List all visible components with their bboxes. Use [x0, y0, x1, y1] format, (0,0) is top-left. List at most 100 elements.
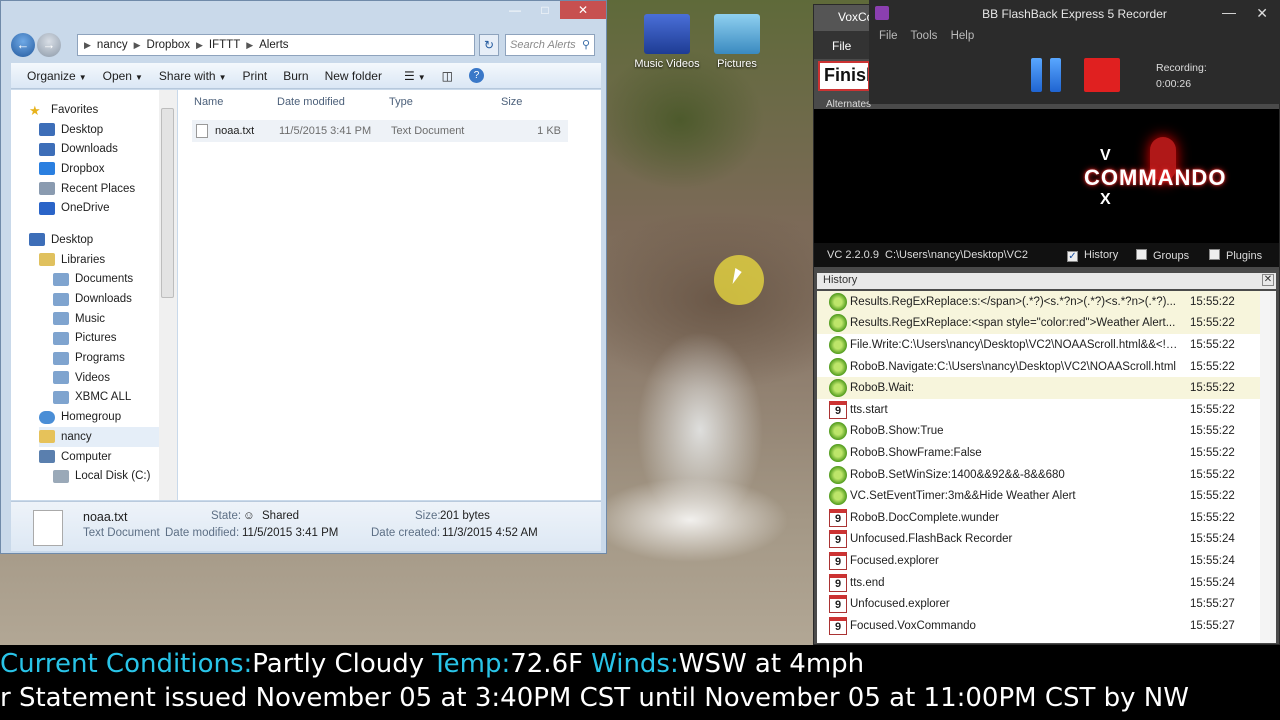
close-history-button[interactable]: ✕: [1262, 274, 1274, 286]
groups-checkbox[interactable]: Groups: [1136, 248, 1209, 262]
organize-button[interactable]: Organize ▼: [27, 69, 87, 83]
history-command: Results.RegExReplace:<span style="color:…: [850, 317, 1176, 330]
close-button[interactable]: ✕: [560, 1, 606, 19]
breadcrumb-nancy[interactable]: nancy: [97, 39, 128, 51]
refresh-button[interactable]: ↻: [479, 34, 499, 56]
checkbox-icon: [1209, 248, 1220, 260]
forward-button[interactable]: →: [37, 33, 61, 57]
nav-favorite-item[interactable]: Dropbox: [39, 159, 176, 179]
history-row[interactable]: VC.SetEventTimer:3m&&Hide Weather Alert 1…: [817, 485, 1276, 507]
nav-libraries[interactable]: Libraries: [39, 250, 176, 270]
nav-scrollbar[interactable]: [159, 90, 177, 500]
nav-homegroup[interactable]: Homegroup: [39, 407, 176, 427]
breadcrumb-dropbox[interactable]: Dropbox: [147, 39, 190, 51]
videos-icon: [53, 371, 69, 385]
close-button[interactable]: ✕: [1256, 5, 1268, 22]
file-name: noaa.txt: [215, 125, 255, 137]
stop-button[interactable]: [1084, 58, 1120, 92]
back-button[interactable]: ←: [11, 33, 35, 57]
history-row[interactable]: RoboB.ShowFrame:False 15:55:22: [817, 442, 1276, 464]
history-row[interactable]: 9 tts.end 15:55:24: [817, 572, 1276, 594]
calendar-event-icon: 9: [829, 616, 847, 635]
nav-favorite-item[interactable]: OneDrive: [39, 198, 176, 218]
flashback-menu: File Tools Help: [879, 30, 984, 42]
desktop-icon-music-videos[interactable]: Music Videos: [630, 14, 704, 70]
history-row[interactable]: 9 Focused.explorer 15:55:24: [817, 550, 1276, 572]
dropbox-icon: [39, 162, 55, 176]
breadcrumb-ifttt[interactable]: IFTTT: [209, 39, 240, 51]
nav-desktop-root[interactable]: Desktop: [29, 230, 176, 250]
checkbox-icon: [1136, 248, 1147, 260]
new-folder-button[interactable]: New folder: [325, 69, 382, 83]
nav-library-item[interactable]: Downloads: [53, 289, 176, 309]
nav-user-folder[interactable]: nancy: [39, 427, 176, 447]
history-command: Results.RegExReplace:s:</span>(.*?)<s.*?…: [850, 295, 1177, 308]
history-row[interactable]: 9 Unfocused.explorer 15:55:27: [817, 593, 1276, 615]
view-options-icon[interactable]: ☰ ▼: [404, 69, 426, 83]
address-row: ← → ▶ nancy ▶ Dropbox ▶ IFTTT ▶ Alerts ↻…: [11, 29, 601, 61]
gear-icon: [829, 292, 847, 311]
desktop-icon-pictures[interactable]: Pictures: [700, 14, 774, 70]
open-button[interactable]: Open ▼: [103, 69, 143, 83]
history-row[interactable]: RoboB.Show:True 15:55:22: [817, 421, 1276, 443]
nav-library-item[interactable]: Documents: [53, 270, 176, 290]
explorer-window: — □ ✕ ← → ▶ nancy ▶ Dropbox ▶ IFTTT ▶ Al…: [0, 0, 607, 554]
nav-library-item[interactable]: Programs: [53, 348, 176, 368]
minimize-button[interactable]: —: [1222, 4, 1236, 20]
menu-file[interactable]: File: [879, 30, 898, 42]
file-row[interactable]: noaa.txt 11/5/2015 3:41 PM Text Document…: [192, 120, 568, 142]
nav-local-disk[interactable]: Local Disk (C:): [53, 466, 176, 486]
nav-library-item[interactable]: Pictures: [53, 329, 176, 349]
column-size[interactable]: Size: [501, 96, 522, 108]
history-row[interactable]: Results.RegExReplace:<span style="color:…: [817, 312, 1276, 335]
scrollbar-thumb[interactable]: [161, 108, 174, 298]
details-date-modified: 11/5/2015 3:41 PM: [242, 527, 339, 539]
breadcrumb-alerts[interactable]: Alerts: [259, 39, 288, 51]
recording-time: 0:00:26: [1156, 78, 1192, 90]
history-title: History: [823, 274, 858, 286]
history-row[interactable]: 9 tts.start 15:55:22: [817, 399, 1276, 421]
share-with-button[interactable]: Share with ▼: [159, 69, 227, 83]
column-type[interactable]: Type: [389, 96, 501, 108]
vox-menu-file[interactable]: File: [814, 31, 870, 59]
maximize-button[interactable]: □: [530, 1, 560, 19]
history-row[interactable]: Results.RegExReplace:s:</span>(.*?)<s.*?…: [817, 291, 1276, 313]
minimize-button[interactable]: —: [500, 1, 530, 19]
history-row[interactable]: 9 Unfocused.FlashBack Recorder 15:55:24: [817, 529, 1276, 551]
history-time: 15:55:22: [1190, 317, 1235, 330]
history-command: Unfocused.FlashBack Recorder: [850, 533, 1013, 546]
preview-pane-icon[interactable]: ◫: [442, 69, 453, 83]
nav-favorite-item[interactable]: Recent Places: [39, 179, 176, 199]
menu-help[interactable]: Help: [951, 30, 975, 42]
nav-library-item[interactable]: Music: [53, 309, 176, 329]
history-row[interactable]: 9 Focused.VoxCommando 15:55:27: [817, 615, 1276, 637]
vox-input-field[interactable]: Finish: [818, 61, 870, 91]
checkbox-checked-icon: ✓: [1067, 250, 1078, 262]
history-command: RoboB.Wait:: [850, 382, 915, 395]
pause-button[interactable]: [1031, 58, 1061, 92]
nav-favorite-item[interactable]: Desktop: [39, 120, 176, 140]
nav-library-item[interactable]: Videos: [53, 368, 176, 388]
history-scrollbar[interactable]: [1260, 291, 1276, 643]
help-icon[interactable]: ?: [468, 68, 484, 83]
plugins-checkbox[interactable]: Plugins: [1209, 248, 1262, 262]
nav-computer[interactable]: Computer: [39, 447, 176, 467]
recording-label: Recording:: [1156, 62, 1207, 74]
menu-tools[interactable]: Tools: [911, 30, 938, 42]
history-row[interactable]: RoboB.Navigate:C:\Users\nancy\Desktop\VC…: [817, 356, 1276, 378]
history-row[interactable]: 9 RoboB.DocComplete.wunder 15:55:22: [817, 507, 1276, 529]
history-row[interactable]: RoboB.Wait: 15:55:22: [817, 377, 1276, 399]
search-input[interactable]: Search Alerts ⚲: [505, 34, 595, 56]
history-checkbox[interactable]: ✓ History: [1067, 249, 1136, 262]
nav-favorites[interactable]: ★ Favorites: [29, 100, 176, 120]
column-name[interactable]: Name: [194, 96, 277, 108]
address-bar[interactable]: ▶ nancy ▶ Dropbox ▶ IFTTT ▶ Alerts: [77, 34, 475, 56]
history-row[interactable]: File.Write:C:\Users\nancy\Desktop\VC2\NO…: [817, 334, 1276, 356]
nav-library-item[interactable]: XBMC ALL: [53, 388, 176, 408]
history-row[interactable]: RoboB.SetWinSize:1400&&92&&-8&&680 15:55:…: [817, 464, 1276, 486]
shared-icon: ☺: [243, 510, 255, 522]
nav-favorite-item[interactable]: Downloads: [39, 139, 176, 159]
print-button[interactable]: Print: [243, 69, 268, 83]
column-date-modified[interactable]: Date modified: [277, 96, 389, 108]
burn-button[interactable]: Burn: [283, 69, 308, 83]
